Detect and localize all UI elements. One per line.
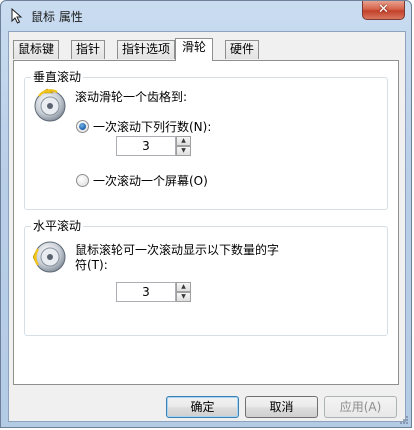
dialog-body: 鼠标键 指针 指针选项 滑轮 硬件 垂直滚动 滚动滑轮一个齿格到: 一次滚动下列… [8,31,406,422]
title-bar[interactable]: 鼠标 属性 ✕ [1,1,411,31]
close-button[interactable]: ✕ [362,1,405,20]
lines-spin-down-icon[interactable]: ▼ [176,146,191,156]
mouse-wheel-horizontal-icon [33,241,66,273]
scroll-lines-radio[interactable] [76,120,89,133]
tab-hardware[interactable]: 硬件 [225,40,260,59]
chars-spin-buttons: ▲ ▼ [176,282,191,302]
lines-count-input[interactable]: 3 [116,136,176,156]
horizontal-scroll-prompt-line2: 符(T): [75,258,108,272]
scroll-screen-radio[interactable] [76,174,89,187]
wheel-tab-panel: 垂直滚动 滚动滑轮一个齿格到: 一次滚动下列行数(N): 3 ▲ ▼ 一次滚动一… [13,60,399,385]
tab-wheel[interactable]: 滑轮 [175,38,214,61]
vertical-scroll-title: 垂直滚动 [31,69,84,85]
mouse-properties-window: 鼠标 属性 ✕ 鼠标键 指针 指针选项 滑轮 硬件 垂直滚动 滚动滑轮一个齿格到… [0,0,412,428]
apply-button[interactable]: 应用(A) [324,396,397,418]
chars-spin-up-icon[interactable]: ▲ [176,282,191,292]
tab-buttons[interactable]: 鼠标键 [13,40,60,59]
lines-spin-up-icon[interactable]: ▲ [176,136,191,146]
chars-spinbox: 3 ▲ ▼ [116,282,191,302]
window-title: 鼠标 属性 [31,10,83,24]
tab-pointer-options[interactable]: 指针选项 [117,40,176,59]
horizontal-scroll-title: 水平滚动 [31,218,84,234]
scroll-screen-label[interactable]: 一次滚动一个屏幕(O) [93,172,208,189]
scroll-lines-label[interactable]: 一次滚动下列行数(N): [93,118,211,135]
mouse-wheel-icon [34,88,66,122]
lines-spin-buttons: ▲ ▼ [176,136,191,156]
vertical-scroll-group: 垂直滚动 滚动滑轮一个齿格到: 一次滚动下列行数(N): 3 ▲ ▼ 一次滚动一… [24,69,388,210]
chars-spin-down-icon[interactable]: ▼ [176,292,191,302]
tab-pointers[interactable]: 指针 [71,40,106,59]
mouse-pointer-icon [11,8,23,24]
vertical-scroll-prompt: 滚动滑轮一个齿格到: [75,90,188,104]
ok-button[interactable]: 确定 [166,396,239,418]
chars-count-input[interactable]: 3 [116,282,176,302]
cancel-button[interactable]: 取消 [245,396,318,418]
horizontal-scroll-group: 水平滚动 鼠标滚轮可一次滚动显示以下数量的字 符(T): 3 ▲ ▼ [24,218,388,336]
resize-grip-icon[interactable] [399,415,409,425]
lines-spinbox: 3 ▲ ▼ [116,136,191,156]
